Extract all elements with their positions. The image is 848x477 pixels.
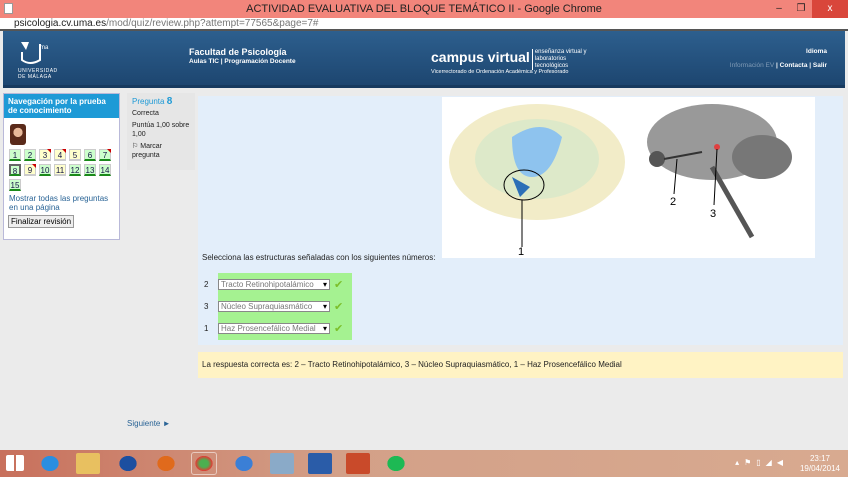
question-nav-button[interactable]: 2 [24,149,36,161]
question-nav-button[interactable]: 6 [84,149,96,161]
question-nav-button[interactable]: 5 [69,149,81,161]
next-link[interactable]: Siguiente ► [127,419,171,428]
answer-select[interactable]: Núcleo Supraquiasmático [218,301,330,312]
finish-review-button[interactable]: Finalizar revisión [8,215,75,228]
itunes-icon[interactable] [232,453,256,474]
quiz-navigation-title: Navegación por la prueba de conocimiento [4,94,119,118]
spotify-icon[interactable] [384,453,408,474]
campus-tagline: enseñanza virtual y laboratorios tecnoló… [531,49,592,70]
firefox-icon[interactable] [154,453,178,474]
close-button[interactable]: x [812,0,848,18]
site-header: ma UNIVERSIDAD DE MÁLAGA Facultad de Psi… [3,31,845,88]
campus-title: campus virtual [431,49,530,65]
avatar [10,124,26,145]
check-icon: ✔ [334,323,344,335]
ie-icon[interactable] [38,453,62,474]
answers-box: 2 Tracto Retinohipotalámico ✔ 3 Núcleo Supr… [204,273,352,340]
question-nav-button[interactable]: 9 [24,164,36,176]
question-score: Puntúa 1,00 sobre 1,00 [132,122,190,138]
question-nav-button[interactable]: 10 [39,164,51,176]
question-content: 1 2 3 Selecciona las estructuras señalad… [198,96,843,345]
check-icon: ✔ [334,301,344,313]
faculty-name[interactable]: Facultad de Psicología [189,47,287,57]
question-number: 8 [166,96,173,107]
question-nav-button[interactable]: 7 [99,149,111,161]
uma-logo: ma [21,42,49,64]
answer-row: 2 Tracto Retinohipotalámico ✔ [204,278,343,291]
answer-row: 1 Haz Prosencefálico Medial ✔ [204,322,343,335]
taskbar: ▴⚑▯◢◀ 23:17 19/04/2014 [0,450,848,477]
question-nav-button[interactable]: 15 [9,179,21,191]
correct-answer-feedback: La respuesta correcta es: 2 – Tracto Ret… [198,352,843,378]
question-status: Correcta [132,110,159,117]
answer-select[interactable]: Tracto Retinohipotalámico [218,279,330,290]
question-nav-button[interactable]: 13 [84,164,96,176]
question-info: Pregunta 8 Correcta Puntúa 1,00 sobre 1,… [127,93,195,170]
question-nav-button[interactable]: 4 [54,149,66,161]
address-domain: psicologia.cv.uma.es [14,18,107,29]
clock-date: 19/04/2014 [799,464,840,473]
question-nav-button[interactable]: 12 [69,164,81,176]
clock[interactable]: 23:17 19/04/2014 [800,454,840,474]
flag-icon: ⚐ [132,143,139,150]
answer-number: 2 [204,280,209,289]
tray-icons[interactable]: ▴⚑▯◢◀ [735,458,788,467]
language-link[interactable]: Idioma [806,48,827,55]
campus-subtitle: Vicerrectorado de Ordenación Académica y… [431,69,569,75]
question-nav-button[interactable]: 1 [9,149,21,161]
question-nav-button[interactable]: 3 [39,149,51,161]
address-path: /mod/quiz/review.php?attempt=77565&page=… [106,18,319,29]
label-2: 2 [670,196,676,208]
word-icon[interactable] [308,453,332,474]
restore-button[interactable]: ❐ [790,0,812,18]
help-icon[interactable] [116,453,140,474]
label-3: 3 [710,208,716,220]
quiz-navigation: Navegación por la prueba de conocimiento… [3,93,120,240]
question-nav-button[interactable]: 8 [9,164,21,176]
question-grid: 1 2 3 4 5 6 7 8 9 10 11 12 13 14 15 [9,149,119,194]
page-icon [4,3,13,14]
flag-question[interactable]: ⚐ Marcar pregunta [132,142,190,160]
info-ev-link[interactable]: Información EV [730,62,774,69]
answer-select[interactable]: Haz Prosencefálico Medial [218,323,330,334]
start-button[interactable] [6,455,24,471]
explorer-icon[interactable] [76,453,100,474]
question-nav-button[interactable]: 14 [99,164,111,176]
question-nav-button[interactable]: 11 [54,164,66,176]
answer-row: 3 Núcleo Supraquiasmático ✔ [204,300,343,313]
faculty-links[interactable]: Aulas TIC | Programación Docente [189,58,296,65]
window-title: ACTIVIDAD EVALUATIVA DEL BLOQUE TEMÁTICO… [246,3,602,15]
show-all-link[interactable]: Mostrar todas las preguntas en una págin… [9,194,114,212]
question-label: Pregunta [132,97,165,106]
logout-link[interactable]: Salir [813,62,827,69]
brain-diagram: 1 2 3 [442,97,815,258]
check-icon: ✔ [334,279,344,291]
chrome-icon[interactable] [191,452,217,475]
network-app-icon[interactable] [270,453,294,474]
answer-number: 1 [204,324,209,333]
minimize-button[interactable]: – [768,0,790,18]
clock-time: 23:17 [809,454,830,463]
svg-text:ma: ma [40,45,49,51]
question-prompt: Selecciona las estructuras señaladas con… [202,253,436,262]
powerpoint-icon[interactable] [346,453,370,474]
answer-number: 3 [204,302,209,311]
logo-text: UNIVERSIDAD DE MÁLAGA [18,68,58,80]
label-1: 1 [518,246,524,258]
address-bar[interactable]: psicologia.cv.uma.es/mod/quiz/review.php… [0,18,848,31]
contact-link[interactable]: Contacta [780,62,808,69]
window-titlebar: ACTIVIDAD EVALUATIVA DEL BLOQUE TEMÁTICO… [0,0,848,18]
